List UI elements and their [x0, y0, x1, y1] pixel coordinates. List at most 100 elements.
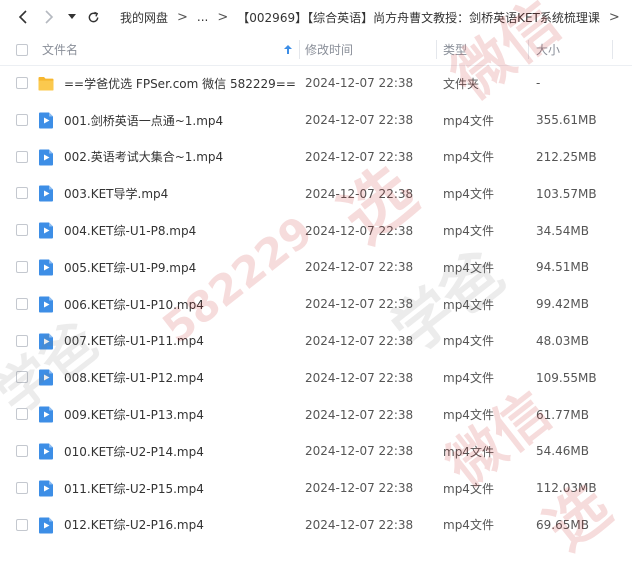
column-divider[interactable] [436, 40, 437, 59]
video-file-icon [39, 369, 53, 386]
file-type: mp4文件 [443, 371, 494, 386]
breadcrumb-current[interactable]: 【002969】【综合英语】尚方舟曹文教授：剑桥英语KET系统梳理课 [237, 9, 600, 26]
file-name[interactable]: 002.英语考试大集合~1.mp4 [64, 139, 223, 176]
file-row[interactable]: 002.英语考试大集合~1.mp4 2024-12-07 22:38 mp4文件 21… [0, 139, 632, 176]
breadcrumb-separator-icon: > [608, 9, 620, 25]
file-size: 54.46MB [536, 444, 589, 459]
sort-ascending-icon[interactable] [283, 44, 293, 55]
file-size: 34.54MB [536, 223, 589, 238]
column-header-name[interactable]: 文件名 [42, 34, 78, 65]
file-size: 109.55MB [536, 370, 597, 385]
file-type: mp4文件 [443, 150, 494, 165]
file-modified-time: 2024-12-07 22:38 [305, 407, 414, 422]
refresh-button[interactable] [84, 6, 102, 28]
row-checkbox[interactable] [16, 371, 28, 384]
row-checkbox[interactable] [16, 113, 28, 126]
breadcrumb-separator-icon: > [217, 9, 229, 25]
file-name[interactable]: 003.KET导学.mp4 [64, 175, 168, 212]
column-header-type[interactable]: 类型 [443, 34, 467, 65]
file-modified-time: 2024-12-07 22:38 [305, 333, 414, 348]
file-name[interactable]: 005.KET综-U1-P9.mp4 [64, 249, 196, 286]
file-row[interactable]: 010.KET综-U2-P14.mp4 2024-12-07 22:38 mp4文件… [0, 433, 632, 470]
file-row[interactable]: 003.KET导学.mp4 2024-12-07 22:38 mp4文件 103.57… [0, 175, 632, 212]
row-checkbox[interactable] [16, 518, 28, 531]
row-checkbox[interactable] [16, 481, 28, 494]
file-size: - [536, 76, 541, 91]
file-type: mp4文件 [443, 444, 494, 459]
file-row[interactable]: 009.KET综-U1-P13.mp4 2024-12-07 22:38 mp4文件… [0, 396, 632, 433]
file-size: 212.25MB [536, 149, 597, 164]
file-row[interactable]: 012.KET综-U2-P16.mp4 2024-12-07 22:38 mp4文件… [0, 507, 632, 544]
file-modified-time: 2024-12-07 22:38 [305, 113, 414, 128]
breadcrumb: 我的网盘 > ... > 【002969】【综合英语】尚方舟曹文教授：剑桥英语K… [120, 0, 629, 34]
file-list: ==学爸优选 FPSer.com 微信 582229== 2024-12-07 2… [0, 65, 632, 543]
file-row[interactable]: 004.KET综-U1-P8.mp4 2024-12-07 22:38 mp4文件 3… [0, 212, 632, 249]
column-header-size[interactable]: 大小 [536, 34, 560, 65]
file-modified-time: 2024-12-07 22:38 [305, 481, 414, 496]
row-checkbox[interactable] [16, 77, 28, 89]
row-checkbox[interactable] [16, 408, 28, 421]
video-file-icon [39, 443, 53, 460]
file-name[interactable]: 009.KET综-U1-P13.mp4 [64, 396, 204, 433]
caret-down-icon [68, 14, 76, 19]
file-type: mp4文件 [443, 518, 494, 533]
file-name[interactable]: 001.剑桥英语一点通~1.mp4 [64, 102, 223, 139]
file-type: mp4文件 [443, 408, 494, 423]
file-size: 99.42MB [536, 297, 589, 312]
file-modified-time: 2024-12-07 22:38 [305, 186, 414, 201]
video-file-icon [39, 185, 53, 202]
file-size: 94.51MB [536, 260, 589, 275]
file-size: 69.65MB [536, 517, 589, 532]
video-file-icon [39, 517, 53, 534]
file-name[interactable]: 004.KET综-U1-P8.mp4 [64, 212, 196, 249]
file-name[interactable]: 012.KET综-U2-P16.mp4 [64, 507, 204, 544]
video-file-icon [39, 112, 53, 129]
file-row[interactable]: 011.KET综-U2-P15.mp4 2024-12-07 22:38 mp4文件… [0, 470, 632, 507]
file-name[interactable]: ==学爸优选 FPSer.com 微信 582229== [64, 65, 296, 102]
file-list-header: 文件名 修改时间 类型 大小 [0, 34, 632, 66]
file-modified-time: 2024-12-07 22:38 [305, 297, 414, 312]
row-checkbox[interactable] [16, 224, 28, 237]
breadcrumb-ellipsis[interactable]: ... [197, 10, 208, 24]
file-name[interactable]: 010.KET综-U2-P14.mp4 [64, 433, 204, 470]
row-checkbox[interactable] [16, 187, 28, 200]
row-checkbox[interactable] [16, 150, 28, 163]
file-name[interactable]: 011.KET综-U2-P15.mp4 [64, 470, 204, 507]
video-file-icon [39, 333, 53, 350]
back-button[interactable] [12, 6, 34, 28]
history-dropdown-button[interactable] [64, 6, 80, 28]
file-type: mp4文件 [443, 113, 494, 128]
column-header-modified[interactable]: 修改时间 [305, 34, 353, 65]
column-divider[interactable] [299, 40, 300, 59]
forward-button[interactable] [38, 6, 60, 28]
file-row[interactable]: 008.KET综-U1-P12.mp4 2024-12-07 22:38 mp4文件… [0, 359, 632, 396]
file-modified-time: 2024-12-07 22:38 [305, 149, 414, 164]
breadcrumb-root[interactable]: 我的网盘 [120, 9, 168, 26]
file-size: 48.03MB [536, 333, 589, 348]
video-file-icon [39, 406, 53, 423]
video-file-icon [39, 149, 53, 166]
column-divider[interactable] [612, 40, 613, 59]
row-checkbox[interactable] [16, 334, 28, 347]
file-type: mp4文件 [443, 334, 494, 349]
file-modified-time: 2024-12-07 22:38 [305, 223, 414, 238]
file-row[interactable]: 007.KET综-U1-P11.mp4 2024-12-07 22:38 mp4文件… [0, 323, 632, 360]
file-row[interactable]: 005.KET综-U1-P9.mp4 2024-12-07 22:38 mp4文件 9… [0, 249, 632, 286]
select-all-checkbox[interactable] [16, 44, 28, 56]
file-name[interactable]: 008.KET综-U1-P12.mp4 [64, 359, 204, 396]
file-type: 文件夹 [443, 76, 480, 91]
file-row[interactable]: 001.剑桥英语一点通~1.mp4 2024-12-07 22:38 mp4文件 35… [0, 102, 632, 139]
row-checkbox[interactable] [16, 260, 28, 273]
row-checkbox[interactable] [16, 297, 28, 310]
row-checkbox[interactable] [16, 444, 28, 457]
file-type: mp4文件 [443, 297, 494, 312]
file-modified-time: 2024-12-07 22:38 [305, 370, 414, 385]
file-modified-time: 2024-12-07 22:38 [305, 444, 414, 459]
file-row[interactable]: ==学爸优选 FPSer.com 微信 582229== 2024-12-07 2… [0, 65, 632, 102]
file-name[interactable]: 007.KET综-U1-P11.mp4 [64, 323, 204, 360]
column-divider[interactable] [528, 40, 529, 59]
video-file-icon [39, 222, 53, 239]
file-type: mp4文件 [443, 187, 494, 202]
file-row[interactable]: 006.KET综-U1-P10.mp4 2024-12-07 22:38 mp4文件… [0, 286, 632, 323]
file-name[interactable]: 006.KET综-U1-P10.mp4 [64, 286, 204, 323]
